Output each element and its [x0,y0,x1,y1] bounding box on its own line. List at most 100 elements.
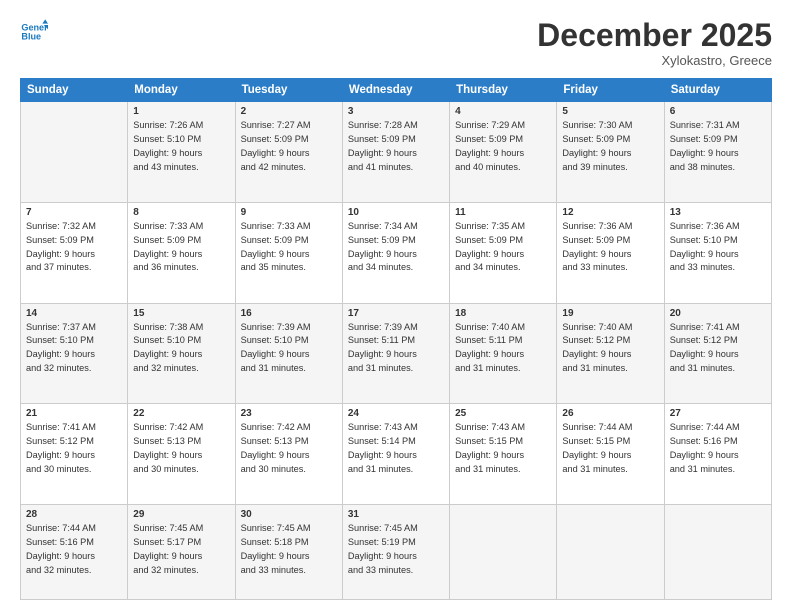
daylight-text-2: and 33 minutes. [670,261,766,275]
daylight-text: Daylight: 9 hours [562,248,658,262]
sunrise-text: Sunrise: 7:35 AM [455,220,551,234]
day-cell: 22Sunrise: 7:42 AMSunset: 5:13 PMDayligh… [128,404,235,505]
daylight-text: Daylight: 9 hours [133,248,229,262]
sunrise-text: Sunrise: 7:31 AM [670,119,766,133]
day-info: Sunrise: 7:39 AMSunset: 5:10 PMDaylight:… [241,321,337,376]
day-number: 23 [241,408,337,419]
day-cell: 9Sunrise: 7:33 AMSunset: 5:09 PMDaylight… [235,202,342,303]
daylight-text: Daylight: 9 hours [26,449,122,463]
day-info: Sunrise: 7:26 AMSunset: 5:10 PMDaylight:… [133,119,229,174]
logo: General Blue [20,18,48,46]
day-number: 15 [133,308,229,319]
sunrise-text: Sunrise: 7:28 AM [348,119,444,133]
day-info: Sunrise: 7:29 AMSunset: 5:09 PMDaylight:… [455,119,551,174]
daylight-text-2: and 34 minutes. [455,261,551,275]
day-cell: 19Sunrise: 7:40 AMSunset: 5:12 PMDayligh… [557,303,664,404]
sunrise-text: Sunrise: 7:40 AM [455,321,551,335]
day-info: Sunrise: 7:42 AMSunset: 5:13 PMDaylight:… [133,421,229,476]
sunrise-text: Sunrise: 7:41 AM [26,421,122,435]
daylight-text: Daylight: 9 hours [455,449,551,463]
week-row-4: 21Sunrise: 7:41 AMSunset: 5:12 PMDayligh… [21,404,772,505]
day-info: Sunrise: 7:42 AMSunset: 5:13 PMDaylight:… [241,421,337,476]
day-number: 6 [670,106,766,117]
day-cell: 27Sunrise: 7:44 AMSunset: 5:16 PMDayligh… [664,404,771,505]
sunrise-text: Sunrise: 7:36 AM [562,220,658,234]
day-cell [557,505,664,600]
sunrise-text: Sunrise: 7:39 AM [348,321,444,335]
daylight-text: Daylight: 9 hours [562,348,658,362]
day-info: Sunrise: 7:37 AMSunset: 5:10 PMDaylight:… [26,321,122,376]
daylight-text-2: and 31 minutes. [455,463,551,477]
day-number: 12 [562,207,658,218]
daylight-text: Daylight: 9 hours [670,348,766,362]
day-info: Sunrise: 7:41 AMSunset: 5:12 PMDaylight:… [26,421,122,476]
day-number: 18 [455,308,551,319]
daylight-text-2: and 34 minutes. [348,261,444,275]
day-number: 26 [562,408,658,419]
daylight-text: Daylight: 9 hours [133,348,229,362]
sunset-text: Sunset: 5:16 PM [26,536,122,550]
daylight-text-2: and 41 minutes. [348,161,444,175]
day-cell: 31Sunrise: 7:45 AMSunset: 5:19 PMDayligh… [342,505,449,600]
day-cell: 1Sunrise: 7:26 AMSunset: 5:10 PMDaylight… [128,102,235,203]
day-number: 25 [455,408,551,419]
day-number: 3 [348,106,444,117]
sunrise-text: Sunrise: 7:33 AM [241,220,337,234]
daylight-text-2: and 30 minutes. [26,463,122,477]
title-block: December 2025 Xylokastro, Greece [537,18,772,68]
daylight-text-2: and 32 minutes. [133,362,229,376]
daylight-text: Daylight: 9 hours [133,550,229,564]
day-cell: 21Sunrise: 7:41 AMSunset: 5:12 PMDayligh… [21,404,128,505]
sunrise-text: Sunrise: 7:36 AM [670,220,766,234]
day-info: Sunrise: 7:31 AMSunset: 5:09 PMDaylight:… [670,119,766,174]
daylight-text-2: and 30 minutes. [133,463,229,477]
daylight-text-2: and 31 minutes. [455,362,551,376]
daylight-text: Daylight: 9 hours [455,147,551,161]
page: General Blue December 2025 Xylokastro, G… [0,0,792,612]
day-info: Sunrise: 7:27 AMSunset: 5:09 PMDaylight:… [241,119,337,174]
sunset-text: Sunset: 5:12 PM [562,334,658,348]
week-row-1: 1Sunrise: 7:26 AMSunset: 5:10 PMDaylight… [21,102,772,203]
sunset-text: Sunset: 5:10 PM [670,234,766,248]
location: Xylokastro, Greece [537,53,772,68]
day-cell: 12 Sunrise: 7:36 AMSunset: 5:09 PMDayligh… [557,202,664,303]
day-number: 29 [133,509,229,520]
daylight-text-2: and 33 minutes. [241,564,337,578]
calendar-table: SundayMondayTuesdayWednesdayThursdayFrid… [20,78,772,600]
day-info: Sunrise: 7:36 AMSunset: 5:09 PMDaylight:… [562,220,658,275]
daylight-text: Daylight: 9 hours [133,147,229,161]
daylight-text-2: and 31 minutes. [348,463,444,477]
day-number: 5 [562,106,658,117]
sunrise-text: Sunrise: 7:43 AM [348,421,444,435]
sunset-text: Sunset: 5:09 PM [562,234,658,248]
day-info: Sunrise: 7:44 AMSunset: 5:15 PMDaylight:… [562,421,658,476]
day-info: Sunrise: 7:43 AMSunset: 5:14 PMDaylight:… [348,421,444,476]
sunrise-text: Sunrise: 7:38 AM [133,321,229,335]
day-info: Sunrise: 7:36 AMSunset: 5:10 PMDaylight:… [670,220,766,275]
week-row-5: 28Sunrise: 7:44 AMSunset: 5:16 PMDayligh… [21,505,772,600]
sunrise-text: Sunrise: 7:41 AM [670,321,766,335]
sunrise-text: Sunrise: 7:29 AM [455,119,551,133]
sunset-text: Sunset: 5:19 PM [348,536,444,550]
day-cell: 30Sunrise: 7:45 AMSunset: 5:18 PMDayligh… [235,505,342,600]
daylight-text: Daylight: 9 hours [455,248,551,262]
daylight-text: Daylight: 9 hours [26,248,122,262]
sunrise-text: Sunrise: 7:42 AM [133,421,229,435]
sunset-text: Sunset: 5:10 PM [26,334,122,348]
col-header-sunday: Sunday [21,79,128,102]
sunset-text: Sunset: 5:09 PM [455,133,551,147]
col-header-thursday: Thursday [450,79,557,102]
sunrise-text: Sunrise: 7:30 AM [562,119,658,133]
sunset-text: Sunset: 5:18 PM [241,536,337,550]
day-cell: 8Sunrise: 7:33 AMSunset: 5:09 PMDaylight… [128,202,235,303]
day-info: Sunrise: 7:32 AMSunset: 5:09 PMDaylight:… [26,220,122,275]
col-header-friday: Friday [557,79,664,102]
day-number: 2 [241,106,337,117]
week-row-2: 7Sunrise: 7:32 AMSunset: 5:09 PMDaylight… [21,202,772,303]
daylight-text-2: and 31 minutes. [670,463,766,477]
day-cell: 17Sunrise: 7:39 AMSunset: 5:11 PMDayligh… [342,303,449,404]
day-number: 4 [455,106,551,117]
sunset-text: Sunset: 5:09 PM [133,234,229,248]
sunset-text: Sunset: 5:10 PM [241,334,337,348]
day-cell: 11Sunrise: 7:35 AMSunset: 5:09 PMDayligh… [450,202,557,303]
